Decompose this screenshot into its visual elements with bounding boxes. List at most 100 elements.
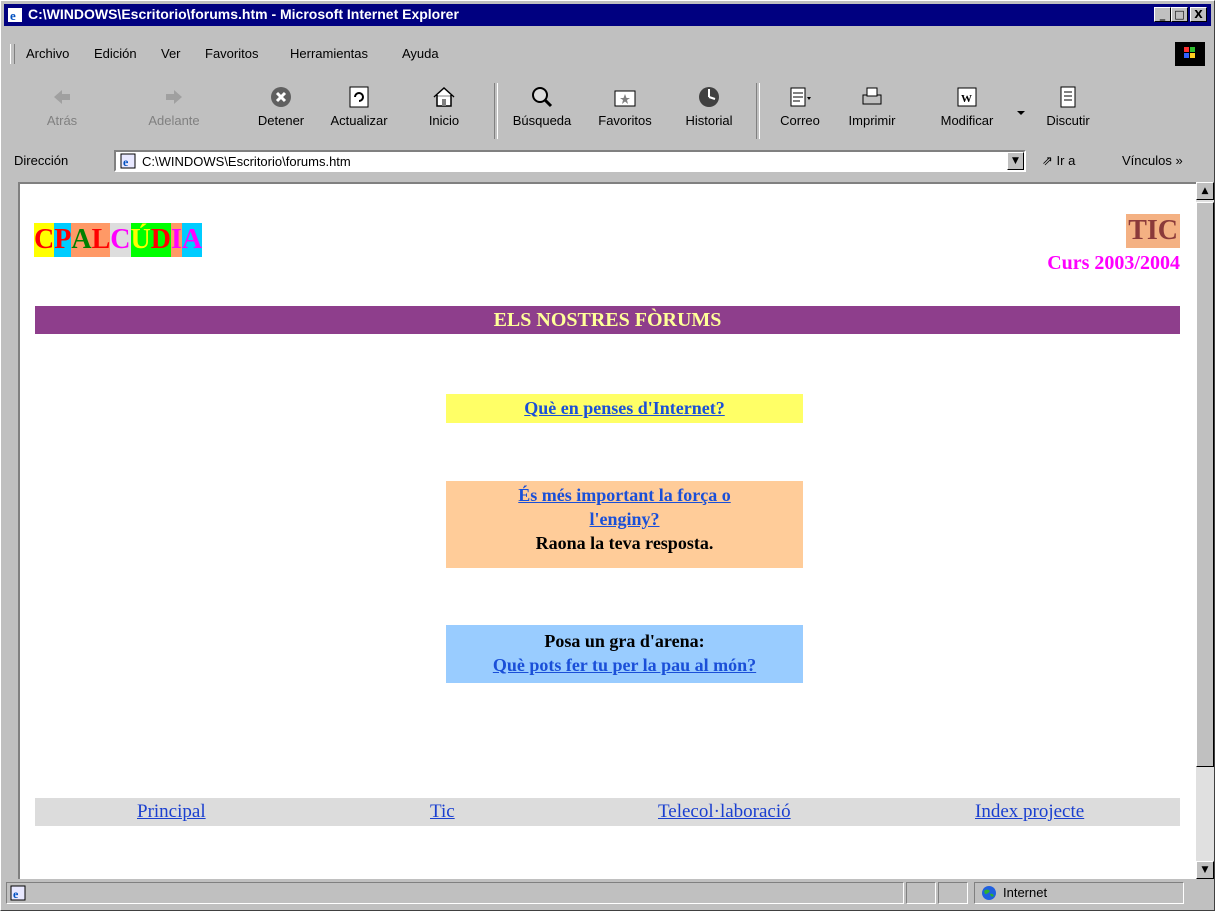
security-zone-panel: Internet xyxy=(974,882,1184,904)
logo-letter: C xyxy=(110,223,131,257)
logo-letter: C xyxy=(34,223,55,257)
browser-window: e C:\WINDOWS\Escritorio\forums.htm - Mic… xyxy=(0,0,1215,911)
menu-edicion[interactable]: Edición xyxy=(94,46,137,61)
status-bar: e Internet xyxy=(4,880,1211,908)
status-text-panel: e xyxy=(6,882,904,904)
footer-nav: Principal Tic Telecol·laboració Index pr… xyxy=(35,798,1180,826)
ie-icon: e xyxy=(8,8,22,23)
search-button[interactable]: Búsqueda xyxy=(504,77,580,143)
discuss-button[interactable]: Discutir xyxy=(1040,77,1096,143)
mail-button[interactable]: Correo xyxy=(772,77,828,143)
menu-favoritos[interactable]: Favoritos xyxy=(205,46,258,61)
address-input[interactable]: e C:\WINDOWS\Escritorio\forums.htm ▼ xyxy=(114,150,1026,172)
stop-icon xyxy=(271,87,291,107)
menu-herramientas[interactable]: Herramientas xyxy=(290,46,368,61)
search-icon xyxy=(532,87,553,108)
forward-button[interactable]: Adelante xyxy=(139,77,209,143)
zone-label: Internet xyxy=(1003,885,1048,900)
edit-label: Modificar xyxy=(940,113,994,128)
history-label: Historial xyxy=(685,113,733,128)
logo-letter: Ú xyxy=(130,223,151,257)
discuss-icon xyxy=(1060,86,1076,108)
course-year: Curs 2003/2004 xyxy=(1047,252,1180,274)
title-bar[interactable]: e C:\WINDOWS\Escritorio\forums.htm - Mic… xyxy=(4,4,1211,26)
address-label: Dirección xyxy=(14,153,69,168)
forum-link-strength-line1: És més important la força o xyxy=(518,485,731,505)
scroll-up-button[interactable]: ▲ xyxy=(1196,182,1214,200)
window-title: C:\WINDOWS\Escritorio\forums.htm - Micro… xyxy=(28,6,459,22)
menubar-grip[interactable] xyxy=(10,44,15,64)
logo-letter: A xyxy=(71,223,92,257)
word-edit-icon: W xyxy=(957,87,977,107)
go-label: Ir a xyxy=(1056,153,1076,168)
tic-heading: TIC xyxy=(1126,214,1180,248)
toolbar-separator xyxy=(494,83,498,139)
globe-icon xyxy=(982,886,996,900)
menu-ver[interactable]: Ver xyxy=(161,46,181,61)
logo-letter: D xyxy=(150,223,171,257)
history-icon xyxy=(699,87,719,107)
forward-arrow-icon xyxy=(166,90,182,104)
print-button[interactable]: Imprimir xyxy=(842,77,902,143)
forum-link-internet[interactable]: Què en penses d'Internet? xyxy=(524,398,725,418)
refresh-icon xyxy=(349,86,369,108)
address-value: C:\WINDOWS\Escritorio\forums.htm xyxy=(142,154,351,169)
footer-link-tic[interactable]: Tic xyxy=(430,801,455,823)
page-content: CP ALCÚDIA TIC Curs 2003/2004 ELS NOSTRE… xyxy=(18,182,1198,879)
chevron-down-icon xyxy=(1017,111,1025,115)
home-label: Inicio xyxy=(428,113,460,128)
forward-label: Adelante xyxy=(148,113,200,128)
standard-toolbar: Atrás Adelante Detener Actualizar Inicio… xyxy=(4,77,1211,145)
menu-ayuda[interactable]: Ayuda xyxy=(402,46,439,61)
home-icon xyxy=(433,86,455,107)
maximize-button[interactable]: □ xyxy=(1171,7,1188,22)
menu-bar: Archivo Edición Ver Favoritos Herramient… xyxy=(4,41,1211,67)
forum-link-strength-line2: l'enginy? xyxy=(589,509,660,529)
close-button[interactable]: X xyxy=(1190,7,1207,22)
menu-archivo[interactable]: Archivo xyxy=(26,46,69,61)
discuss-label: Discutir xyxy=(1046,113,1090,128)
mail-icon xyxy=(790,87,811,107)
print-icon xyxy=(862,87,882,105)
favorites-icon xyxy=(614,90,636,107)
go-button[interactable]: ⇗ Ir a xyxy=(1042,153,1075,169)
forum-link-strength[interactable]: És més important la força o l'enginy? xyxy=(518,485,730,529)
forum-box-internet: Què en penses d'Internet? xyxy=(446,394,803,423)
home-button[interactable]: Inicio xyxy=(422,77,466,143)
logo-letter: A xyxy=(181,223,203,257)
search-label: Búsqueda xyxy=(512,113,572,128)
forum-link-peace[interactable]: Què pots fer tu per la pau al món? xyxy=(493,655,756,675)
page-status-icon: e xyxy=(10,885,26,901)
links-button[interactable]: Vínculos » xyxy=(1122,153,1183,168)
scroll-thumb[interactable] xyxy=(1196,202,1214,767)
forum-text-strength: Raona la teva resposta. xyxy=(535,533,714,553)
address-dropdown-button[interactable]: ▼ xyxy=(1007,152,1024,170)
back-button[interactable]: Atrás xyxy=(40,77,84,143)
edit-dropdown-button[interactable] xyxy=(1014,77,1028,143)
refresh-button[interactable]: Actualizar xyxy=(320,77,398,143)
forum-text-peace: Posa un gra d'arena: xyxy=(544,631,705,651)
scroll-down-button[interactable]: ▼ xyxy=(1196,861,1214,879)
links-label: Vínculos xyxy=(1122,153,1172,168)
stop-button[interactable]: Detener xyxy=(248,77,314,143)
chevron-right-icon: » xyxy=(1175,153,1183,168)
refresh-label: Actualizar xyxy=(330,113,388,128)
forum-box-peace: Posa un gra d'arena: Què pots fer tu per… xyxy=(446,625,803,683)
vertical-scrollbar[interactable]: ▲ ▼ xyxy=(1196,182,1214,879)
footer-link-principal[interactable]: Principal xyxy=(137,801,206,823)
page-icon: e xyxy=(120,153,136,169)
status-panel xyxy=(938,882,968,904)
svg-text:e: e xyxy=(10,8,16,23)
history-button[interactable]: Historial xyxy=(678,77,740,143)
back-label: Atrás xyxy=(46,113,78,128)
footer-link-index-projecte[interactable]: Index projecte xyxy=(975,801,1084,823)
minimize-button[interactable]: _ xyxy=(1154,7,1171,22)
forum-box-strength: És més important la força o l'enginy? Rao… xyxy=(446,481,803,568)
edit-button[interactable]: W Modificar xyxy=(932,77,1002,143)
footer-link-telecollaboracio[interactable]: Telecol·laboració xyxy=(658,801,791,823)
status-panel xyxy=(906,882,936,904)
back-arrow-icon xyxy=(54,90,70,104)
address-bar: Dirección e C:\WINDOWS\Escritorio\forums… xyxy=(4,147,1211,177)
favorites-button[interactable]: Favoritos xyxy=(590,77,660,143)
windows-logo-icon xyxy=(1175,42,1205,66)
